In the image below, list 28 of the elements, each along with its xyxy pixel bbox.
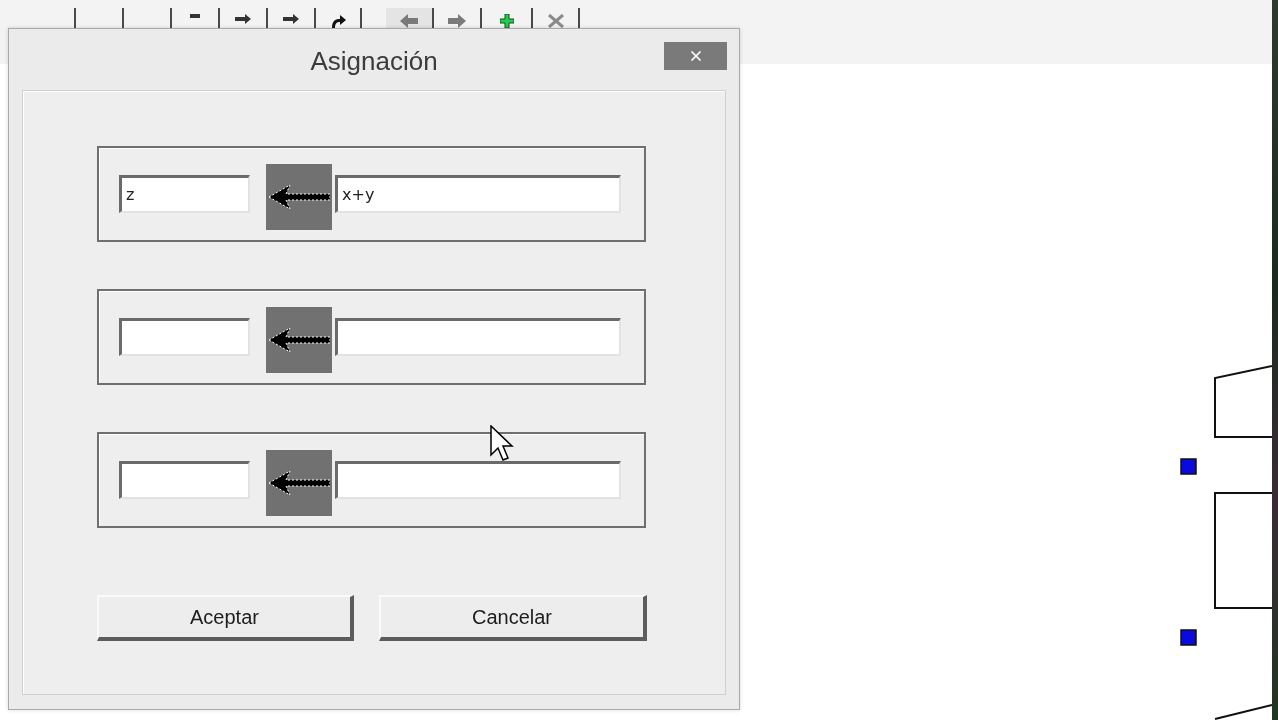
- handle-icon[interactable]: [1180, 458, 1197, 475]
- right-arrow-icon: [448, 14, 466, 28]
- assign-arrow-button[interactable]: [266, 307, 332, 373]
- assign-arrow-button[interactable]: [266, 450, 332, 516]
- left-arrow-icon: [268, 326, 330, 354]
- left-arrow-icon: [268, 183, 330, 211]
- minus-icon: [190, 14, 200, 18]
- expression-input[interactable]: x+y: [335, 175, 621, 213]
- expression-input[interactable]: [335, 461, 621, 499]
- dialog-title: Asignación: [310, 45, 438, 76]
- shape-edge: [1214, 704, 1272, 720]
- left-arrow-icon: [268, 469, 330, 497]
- arrow-icon: [283, 14, 299, 24]
- left-arrow-icon: [400, 14, 418, 28]
- close-button[interactable]: [664, 42, 727, 70]
- mouse-pointer-icon: [490, 425, 514, 462]
- plus-icon: [499, 14, 514, 28]
- accept-button[interactable]: Aceptar: [97, 595, 354, 641]
- expression-input[interactable]: [335, 318, 621, 356]
- curved-arrow-icon: [330, 14, 346, 28]
- variable-input[interactable]: [119, 318, 250, 356]
- cross-icon: [547, 14, 564, 28]
- variable-input[interactable]: z: [119, 175, 250, 213]
- cancel-button[interactable]: Cancelar: [379, 595, 647, 641]
- variable-input[interactable]: [119, 461, 250, 499]
- handle-icon[interactable]: [1180, 629, 1197, 646]
- assign-arrow-button[interactable]: [266, 164, 332, 230]
- arrow-icon: [235, 14, 251, 24]
